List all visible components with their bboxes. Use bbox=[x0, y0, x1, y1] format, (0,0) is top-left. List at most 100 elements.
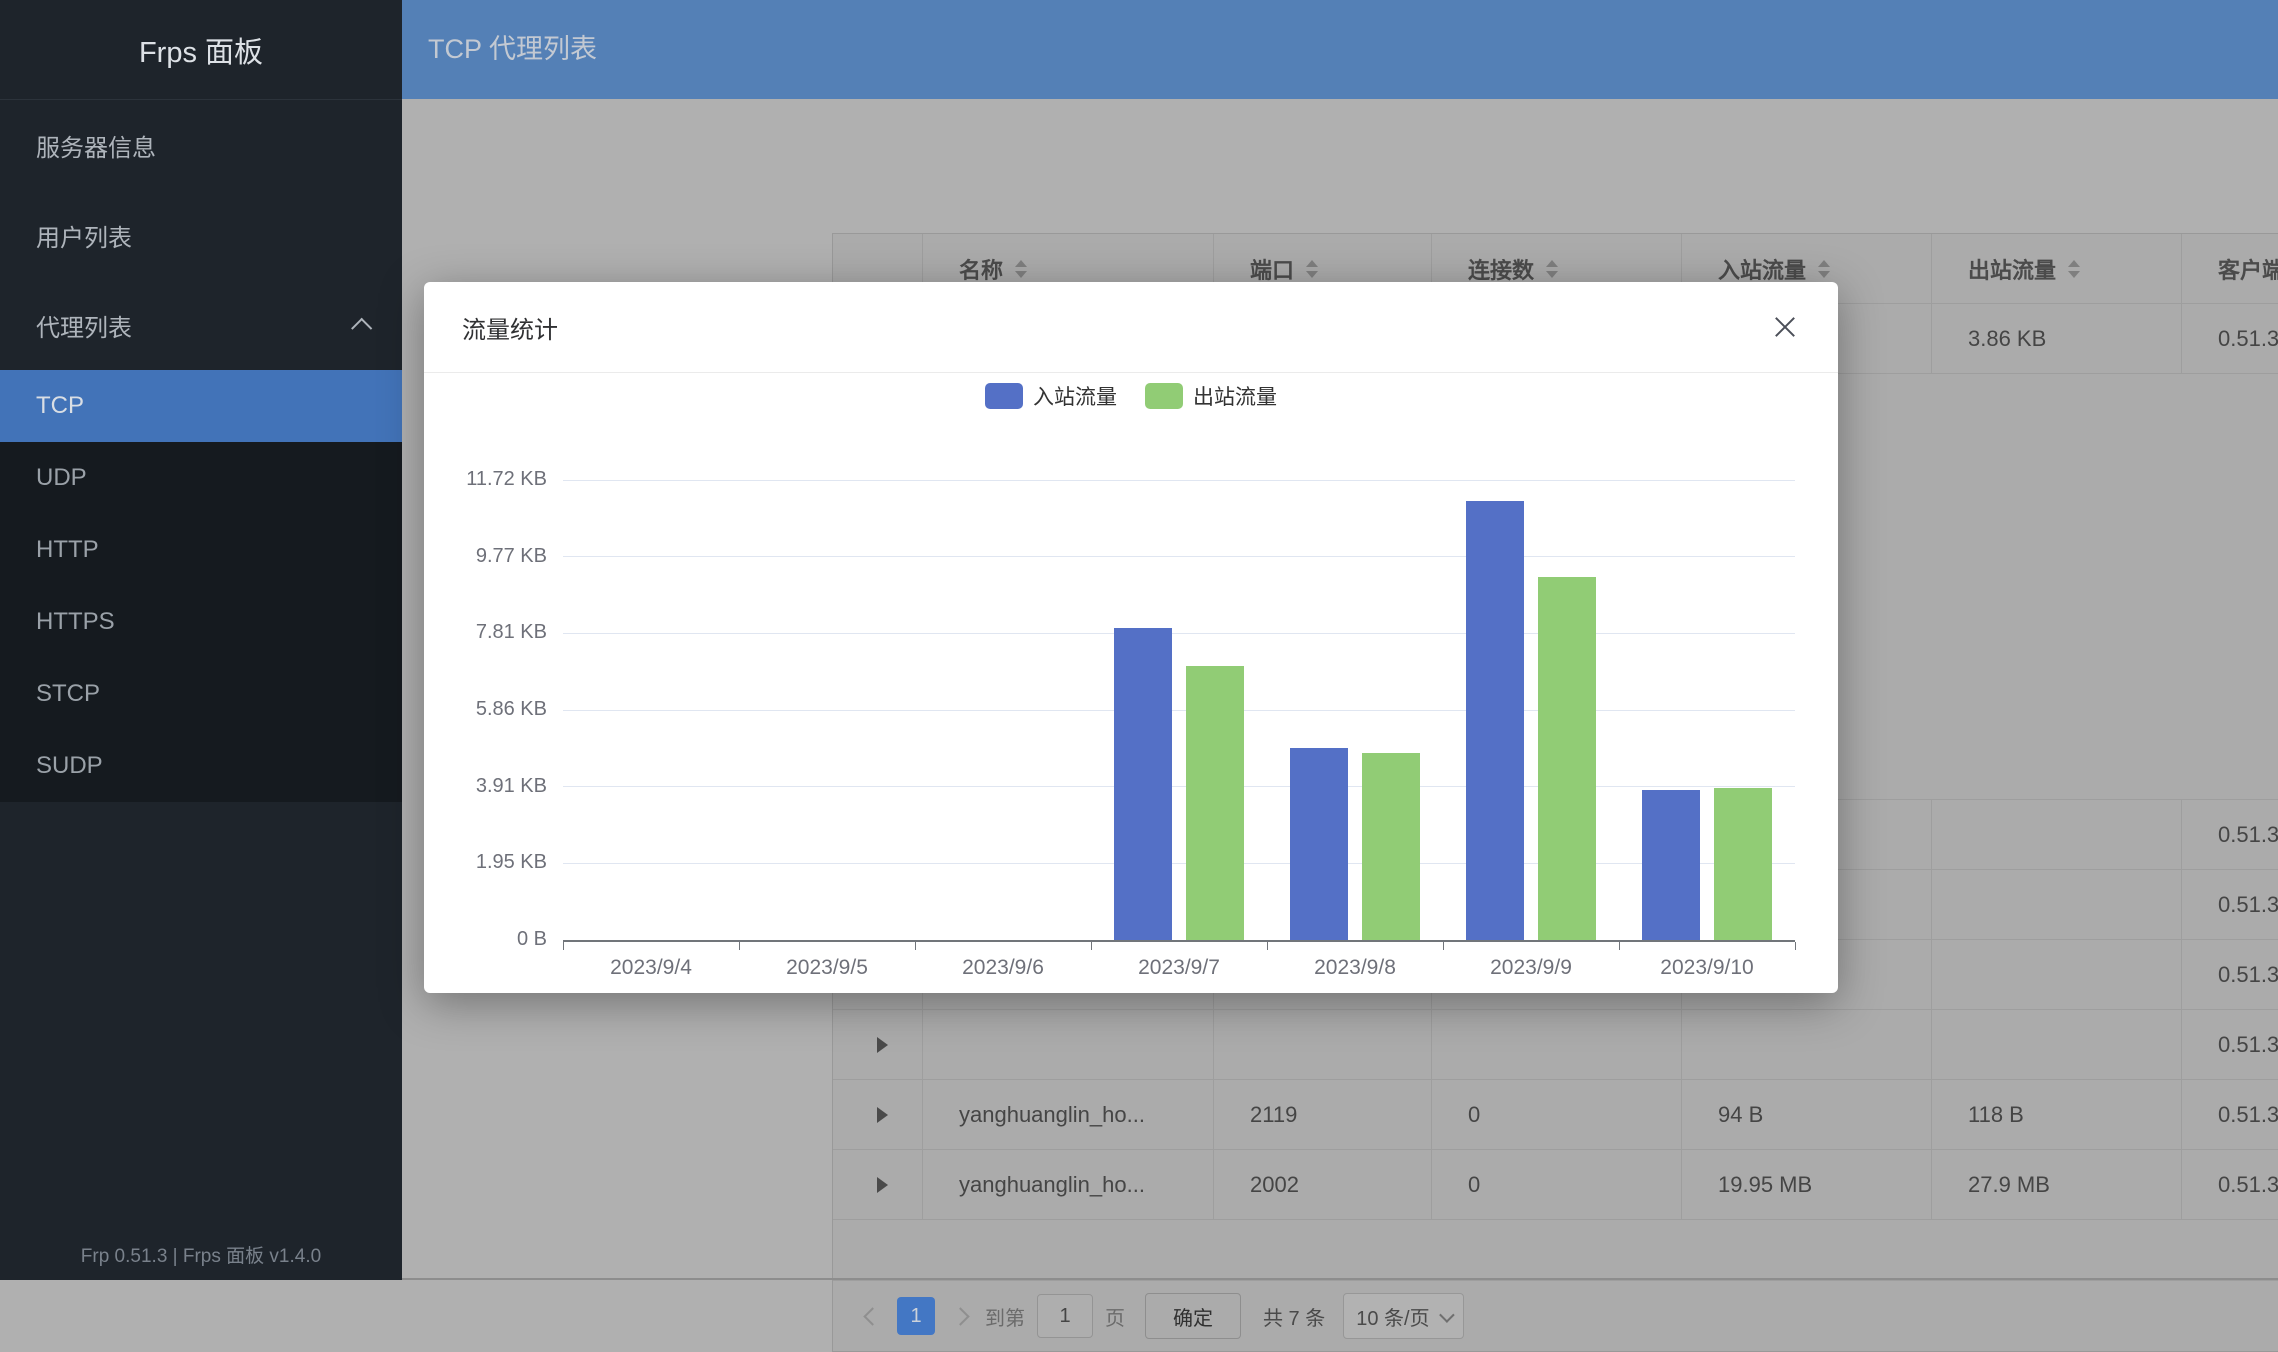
sort-carets-icon bbox=[1015, 260, 1027, 278]
sidebar: Frps 面板 服务器信息用户列表代理列表 TCPUDPHTTPHTTPSSTC… bbox=[0, 0, 402, 1280]
bar-group bbox=[1443, 501, 1619, 940]
x-axis-label: 2023/9/9 bbox=[1443, 956, 1619, 980]
expand-row-icon[interactable] bbox=[877, 1107, 888, 1123]
x-axis-label: 2023/9/4 bbox=[563, 956, 739, 980]
cell-connections bbox=[1432, 1010, 1682, 1079]
x-axis-tick bbox=[1091, 942, 1092, 950]
sort-asc-icon bbox=[1818, 260, 1830, 267]
bar-出站流量 bbox=[1538, 577, 1596, 940]
column-header-label: 出站流量 bbox=[1968, 253, 2056, 285]
cell-client-version: 0.51.3 bbox=[2182, 1150, 2278, 1219]
bar-group bbox=[1267, 748, 1443, 940]
goto-page-input[interactable]: 1 bbox=[1037, 1294, 1093, 1338]
goto-suffix-label: 页 bbox=[1105, 1302, 1125, 1331]
y-axis-label: 5.86 KB bbox=[427, 698, 547, 721]
sidebar-item-label: 用户列表 bbox=[36, 218, 132, 253]
legend-swatch bbox=[1145, 383, 1183, 409]
x-axis-label: 2023/9/8 bbox=[1267, 956, 1443, 980]
legend-item-出站流量[interactable]: 出站流量 bbox=[1145, 381, 1277, 411]
sidebar-item-proxy-list[interactable]: 代理列表 bbox=[0, 280, 402, 370]
bar-group bbox=[1619, 788, 1795, 940]
x-axis-tick bbox=[1619, 942, 1620, 950]
cell-traffic-out: 27.9 MB bbox=[1932, 1150, 2182, 1219]
column-header-label: 客户端版本 bbox=[2218, 253, 2278, 285]
cell-traffic-in: 19.95 MB bbox=[1682, 1150, 1932, 1219]
chevron-up-icon bbox=[351, 317, 372, 338]
sidebar-subitem-stcp[interactable]: STCP bbox=[0, 658, 402, 730]
x-axis-tick bbox=[739, 942, 740, 950]
cell-traffic-out bbox=[1932, 870, 2182, 939]
sidebar-submenu: TCPUDP HTTP HTTPS STCP SUDP bbox=[0, 370, 402, 802]
bar-group bbox=[1091, 628, 1267, 940]
chevron-right-icon bbox=[951, 1307, 969, 1325]
traffic-stats-dialog: 流量统计 入站流量出站流量 0 B1.95 KB3.91 KB5.86 KB7.… bbox=[424, 282, 1838, 993]
cell-client-version: 0.51.3 bbox=[2182, 304, 2278, 373]
sidebar-subitem-https[interactable]: HTTPS bbox=[0, 586, 402, 658]
column-header-label: 名称 bbox=[959, 253, 1003, 285]
x-axis-label: 2023/9/5 bbox=[739, 956, 915, 980]
sidebar-subitem-http[interactable]: HTTP bbox=[0, 514, 402, 586]
legend-item-入站流量[interactable]: 入站流量 bbox=[985, 381, 1117, 411]
bar-chart-plot-area bbox=[563, 480, 1795, 942]
gridline bbox=[563, 480, 1795, 481]
sort-carets-icon bbox=[1306, 260, 1318, 278]
page-number-button[interactable]: 1 bbox=[897, 1297, 935, 1335]
cell-traffic-out bbox=[1932, 1010, 2182, 1079]
y-axis-label: 9.77 KB bbox=[427, 545, 547, 568]
bar-入站流量 bbox=[1290, 748, 1348, 940]
sidebar-item-user-list[interactable]: 用户列表 bbox=[0, 190, 402, 280]
x-axis-label: 2023/9/10 bbox=[1619, 956, 1795, 980]
sort-asc-icon bbox=[1015, 260, 1027, 267]
x-axis-tick bbox=[1267, 942, 1268, 950]
bar-入站流量 bbox=[1466, 501, 1524, 940]
sort-asc-icon bbox=[1306, 260, 1318, 267]
x-axis-label: 2023/9/7 bbox=[1091, 956, 1267, 980]
sidebar-subitem-tcp[interactable]: TCP bbox=[0, 370, 402, 442]
cell-name: yanghuanglin_ho... bbox=[923, 1150, 1214, 1219]
cell-client-version: 0.51.3 bbox=[2182, 940, 2278, 1009]
y-axis-label: 1.95 KB bbox=[427, 851, 547, 874]
x-axis-tick bbox=[915, 942, 916, 950]
expand-row-icon[interactable] bbox=[877, 1177, 888, 1193]
table-row: yanghuanglin_ho...2002019.95 MB27.9 MB0.… bbox=[833, 1150, 2278, 1220]
column-header-label: 入站流量 bbox=[1718, 253, 1806, 285]
close-icon[interactable] bbox=[1770, 312, 1800, 342]
expand-cell bbox=[833, 1150, 923, 1219]
sidebar-subitem-label: STCP bbox=[36, 680, 100, 708]
x-axis-tick bbox=[563, 942, 564, 950]
bar-入站流量 bbox=[1642, 790, 1700, 940]
sidebar-subitem-udp[interactable]: UDP bbox=[0, 442, 402, 514]
legend-label: 出站流量 bbox=[1193, 381, 1277, 411]
bar-出站流量 bbox=[1186, 666, 1244, 940]
page-header: TCP 代理列表 bbox=[402, 0, 2278, 99]
column-header-label: 端口 bbox=[1250, 253, 1294, 285]
x-axis-tick bbox=[1795, 942, 1796, 950]
confirm-button[interactable]: 确定 bbox=[1145, 1293, 1241, 1339]
sidebar-item-label: 服务器信息 bbox=[36, 128, 156, 163]
dialog-header: 流量统计 bbox=[424, 282, 1838, 373]
column-header-client-version[interactable]: 客户端版本 bbox=[2182, 234, 2278, 303]
cell-traffic-in bbox=[1682, 1010, 1932, 1079]
column-header-traffic-out[interactable]: 出站流量 bbox=[1932, 234, 2182, 303]
expand-cell bbox=[833, 1080, 923, 1149]
sort-desc-icon bbox=[1015, 271, 1027, 278]
cell-traffic-out: 3.86 KB bbox=[1932, 304, 2182, 373]
sidebar-subitem-label: SUDP bbox=[36, 752, 103, 780]
sidebar-subitem-label: HTTP bbox=[36, 536, 99, 564]
bar-出站流量 bbox=[1362, 753, 1420, 940]
x-axis-label: 2023/9/6 bbox=[915, 956, 1091, 980]
x-axis-tick bbox=[1443, 942, 1444, 950]
prev-page-button[interactable] bbox=[859, 1303, 885, 1329]
sidebar-item-server-info[interactable]: 服务器信息 bbox=[0, 100, 402, 190]
sidebar-subitem-sudp[interactable]: SUDP bbox=[0, 730, 402, 802]
next-page-button[interactable] bbox=[947, 1303, 973, 1329]
page-size-select[interactable]: 10 条/页 bbox=[1343, 1293, 1463, 1339]
legend-label: 入站流量 bbox=[1033, 381, 1117, 411]
page-size-value: 10 条/页 bbox=[1356, 1302, 1429, 1331]
expand-row-icon[interactable] bbox=[877, 1037, 888, 1053]
sort-carets-icon bbox=[1818, 260, 1830, 278]
y-axis-label: 0 B bbox=[427, 928, 547, 951]
goto-prefix-label: 到第 bbox=[985, 1302, 1025, 1331]
cell-port: 2119 bbox=[1214, 1080, 1432, 1149]
cell-port: 2002 bbox=[1214, 1150, 1432, 1219]
